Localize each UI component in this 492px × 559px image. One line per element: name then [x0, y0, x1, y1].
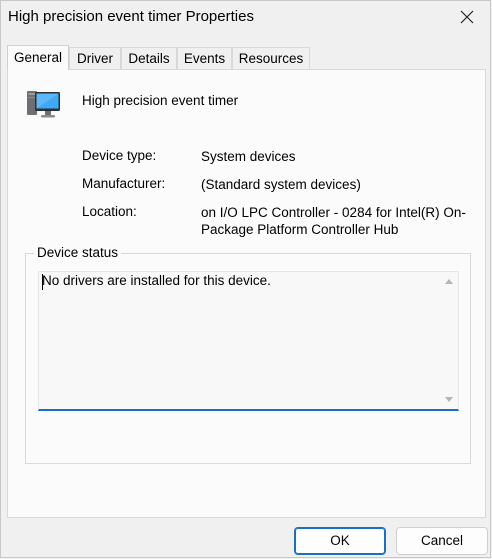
device-status-group: Device status No drivers are installed f… [25, 245, 471, 464]
vertical-scrollbar[interactable] [441, 272, 458, 409]
device-type-label: Device type: [82, 148, 157, 163]
manufacturer-label: Manufacturer: [82, 176, 166, 191]
location-label: Location: [82, 204, 137, 219]
tab-details[interactable]: Details [121, 47, 177, 69]
close-button[interactable] [444, 1, 490, 33]
scroll-down-arrow-icon[interactable] [445, 397, 453, 403]
device-name: High precision event timer [82, 93, 239, 108]
properties-dialog: High precision event timer Properties Ge… [0, 0, 491, 558]
scroll-up-arrow-icon[interactable] [445, 278, 453, 284]
device-status-text: No drivers are installed for this device… [42, 273, 271, 288]
manufacturer-value: (Standard system devices) [201, 177, 361, 192]
device-status-label: Device status [34, 245, 122, 260]
tab-resources[interactable]: Resources [232, 47, 310, 69]
tab-strip: General Driver Details Events Resources [7, 45, 484, 70]
ok-button[interactable]: OK [294, 527, 386, 555]
title-bar[interactable]: High precision event timer Properties [1, 1, 490, 33]
general-tab-panel: High precision event timer Device type: … [7, 69, 486, 518]
close-icon [460, 10, 474, 24]
tab-driver[interactable]: Driver [69, 47, 121, 69]
tab-events[interactable]: Events [177, 47, 232, 69]
window-title: High precision event timer Properties [8, 8, 254, 25]
computer-monitor-icon [27, 91, 60, 118]
device-type-value: System devices [201, 149, 296, 164]
cancel-button[interactable]: Cancel [396, 527, 488, 555]
location-value: on I/O LPC Controller - 0284 for Intel(R… [201, 205, 466, 237]
tab-general[interactable]: General [7, 45, 69, 70]
device-status-textbox[interactable]: No drivers are installed for this device… [38, 271, 459, 411]
